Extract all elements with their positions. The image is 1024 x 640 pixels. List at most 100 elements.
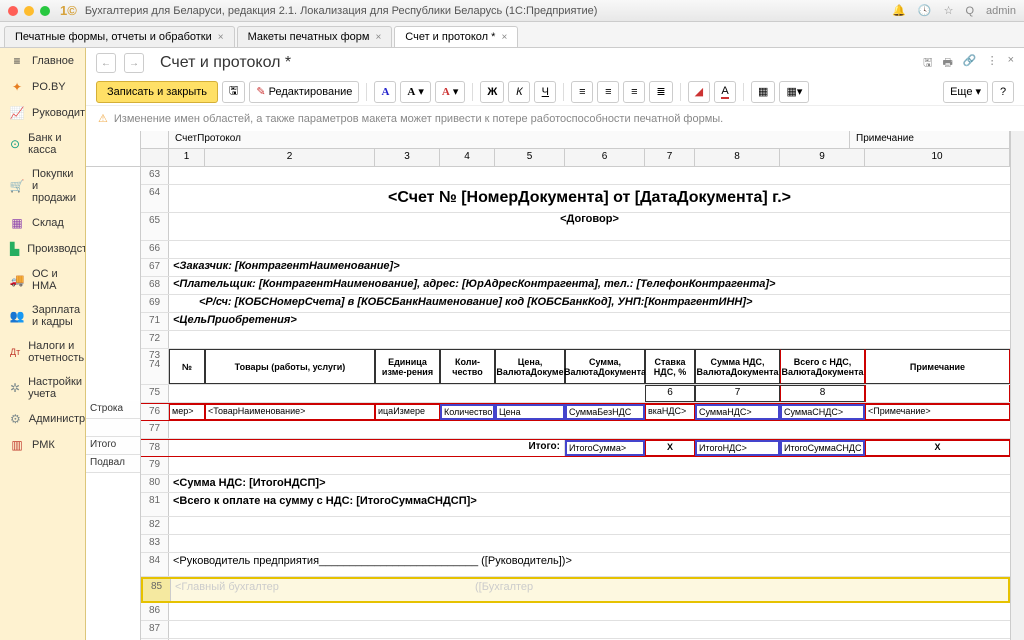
payer-field[interactable]: <Плательщик: [КонтрагентНаименование], а… — [169, 277, 1010, 294]
titlebar: 1© Бухгалтерия для Беларуси, редакция 2.… — [0, 0, 1024, 22]
history-icon[interactable]: 🕓 — [918, 4, 932, 17]
nav-forward[interactable]: → — [124, 53, 144, 73]
tab-layouts[interactable]: Макеты печатных форм× — [237, 26, 393, 47]
gear-icon: ⚙ — [10, 412, 21, 426]
spreadsheet[interactable]: Строка Итого Подвал СчетПротокол Примеча… — [86, 131, 1024, 640]
doc-contract[interactable]: <Договор> — [169, 213, 1010, 240]
align-left-button[interactable]: ≡ — [571, 81, 593, 103]
borders-button[interactable]: ▦ — [751, 81, 775, 103]
sidebar-item-warehouse[interactable]: ▦Склад — [0, 210, 85, 236]
sidebar-item-salary[interactable]: 👥Зарплата и кадры — [0, 298, 85, 334]
vat-sum-field[interactable]: <Сумма НДС: [ИтогоНДСП]> — [169, 475, 1010, 492]
row-region-labels: Строка Итого Подвал — [86, 131, 141, 640]
vertical-scrollbar[interactable] — [1010, 131, 1024, 640]
tab-invoice-protocol[interactable]: Счет и протокол *× — [394, 26, 518, 47]
toolbar: Записать и закрыть 🖫 ✎Редактирование A A… — [86, 78, 1024, 106]
tab-print-forms[interactable]: Печатные формы, отчеты и обработки× — [4, 26, 235, 47]
close-icon[interactable]: × — [375, 32, 381, 43]
close-content-icon[interactable]: × — [1008, 54, 1014, 73]
font-clear-button[interactable]: A▾ — [435, 81, 465, 103]
sidebar-item-assets[interactable]: 🚚ОС и НМА — [0, 262, 85, 298]
selected-row[interactable]: 85 <Главный бухгалтер ([Бухгалтер — [141, 577, 1010, 603]
align-justify-button[interactable]: ≣ — [649, 81, 672, 103]
content-header: ← → Счет и протокол * 🖫 🖶 🔗 ⋮ × — [86, 48, 1024, 78]
window-title: Бухгалтерия для Беларуси, редакция 2.1. … — [85, 5, 892, 17]
close-icon[interactable]: × — [218, 32, 224, 43]
th-unit[interactable]: Единица изме-рения — [375, 349, 440, 384]
warning-text: Изменение имен областей, а также парамет… — [114, 113, 723, 125]
nav-back[interactable]: ← — [96, 53, 116, 73]
save-close-button[interactable]: Записать и закрыть — [96, 81, 218, 103]
sidebar-item-poby[interactable]: ✦PO.BY — [0, 74, 85, 100]
grid-icon: ▦ — [10, 216, 24, 230]
gear-icon: ✲ — [10, 381, 20, 395]
customer-field[interactable]: <Заказчик: [КонтрагентНаименование]> — [169, 259, 1010, 276]
color-fill-button[interactable]: ◢ — [688, 81, 710, 103]
purpose-field[interactable]: <ЦельПриобретения> — [169, 313, 1010, 330]
th-sum[interactable]: Сумма, ВалютаДокумента — [565, 349, 645, 384]
th-num[interactable]: № — [169, 349, 205, 384]
chart-icon: 📈 — [10, 106, 24, 120]
save-icon[interactable]: 🖫 — [923, 54, 932, 73]
editing-button[interactable]: ✎Редактирование — [249, 81, 359, 103]
save-button[interactable]: 🖫 — [222, 81, 245, 103]
search-icon[interactable]: Q — [965, 5, 974, 17]
grid-body[interactable]: 63 64<Счет № [НомерДокумента] от [ДатаДо… — [141, 167, 1010, 640]
sidebar-item-bank[interactable]: ⊙Банк и касса — [0, 126, 85, 162]
font-button[interactable]: A — [374, 81, 396, 103]
help-button[interactable]: ? — [992, 81, 1014, 103]
bold-button[interactable]: Ж — [480, 81, 504, 103]
people-icon: 👥 — [10, 309, 24, 323]
th-price[interactable]: Цена, ВалютаДокуме — [495, 349, 565, 384]
total-payable-field[interactable]: <Всего к оплате на сумму с НДС: [ИтогоСу… — [169, 493, 1010, 516]
close-icon[interactable]: × — [501, 32, 507, 43]
favorite-icon[interactable]: ☆ — [944, 4, 954, 17]
notifications-icon[interactable]: 🔔 — [892, 4, 906, 17]
warning-icon: ⚠ — [98, 112, 108, 125]
sidebar-item-admin[interactable]: ⚙Администрирование — [0, 406, 85, 432]
th-vat-sum[interactable]: Сумма НДС, ВалютаДокумента — [695, 349, 780, 384]
debit-icon: Дт — [10, 345, 20, 359]
sidebar-item-sales[interactable]: 🛒Покупки и продажи — [0, 162, 85, 210]
bank-icon: ⊙ — [10, 137, 20, 151]
align-center-button[interactable]: ≡ — [597, 81, 619, 103]
sidebar-item-settings[interactable]: ✲Настройки учета — [0, 370, 85, 406]
factory-icon: ▙ — [10, 242, 19, 256]
print-icon[interactable]: 🖶 — [942, 54, 952, 73]
sidebar-item-manager[interactable]: 📈Руководителю — [0, 100, 85, 126]
th-qty[interactable]: Коли-чество — [440, 349, 495, 384]
sidebar-item-production[interactable]: ▙Производство — [0, 236, 85, 262]
options-icon[interactable]: ⋮ — [987, 54, 998, 73]
app-logo: 1© — [60, 3, 77, 18]
align-right-button[interactable]: ≡ — [623, 81, 645, 103]
content-area: ← → Счет и протокол * 🖫 🖶 🔗 ⋮ × Записать… — [86, 48, 1024, 640]
italic-button[interactable]: К — [508, 81, 530, 103]
star-icon: ✦ — [10, 80, 24, 94]
link-icon[interactable]: 🔗 — [963, 54, 977, 73]
minimize-window[interactable] — [24, 6, 34, 16]
sidebar-item-rmk[interactable]: ▥РМК — [0, 432, 85, 458]
sidebar-item-main[interactable]: ≡Главное — [0, 48, 85, 74]
cart-icon: 🛒 — [10, 179, 24, 193]
close-window[interactable] — [8, 6, 18, 16]
menu-icon: ≡ — [10, 54, 24, 68]
th-note[interactable]: Примечание — [865, 349, 1010, 384]
doc-title[interactable]: <Счет № [НомерДокумента] от [ДатаДокумен… — [169, 185, 1010, 212]
font-fill-button[interactable]: A▾ — [400, 81, 430, 103]
color-text-button[interactable]: A — [714, 81, 736, 103]
user-label[interactable]: admin — [986, 5, 1016, 17]
page-title: Счет и протокол * — [160, 54, 291, 72]
row-label: Итого — [86, 437, 140, 455]
th-total[interactable]: Всего с НДС, ВалютаДокумента — [780, 349, 865, 384]
account-field[interactable]: <Р/сч: [КОБСНомерСчета] в [КОБСБанкНаиме… — [169, 295, 1010, 312]
th-goods[interactable]: Товары (работы, услуги) — [205, 349, 375, 384]
maximize-window[interactable] — [40, 6, 50, 16]
underline-button[interactable]: Ч — [534, 81, 556, 103]
region-headers: СчетПротокол Примечание — [141, 131, 1010, 149]
document-tabs: Печатные формы, отчеты и обработки× Маке… — [0, 22, 1024, 48]
borders-dropdown[interactable]: ▦▾ — [779, 81, 809, 103]
director-sign-field[interactable]: <Руководитель предприятия_______________… — [169, 553, 1010, 576]
sidebar-item-taxes[interactable]: ДтНалоги и отчетность — [0, 334, 85, 370]
more-button[interactable]: Еще ▾ — [943, 81, 988, 103]
th-vat-rate[interactable]: Ставка НДС, % — [645, 349, 695, 384]
